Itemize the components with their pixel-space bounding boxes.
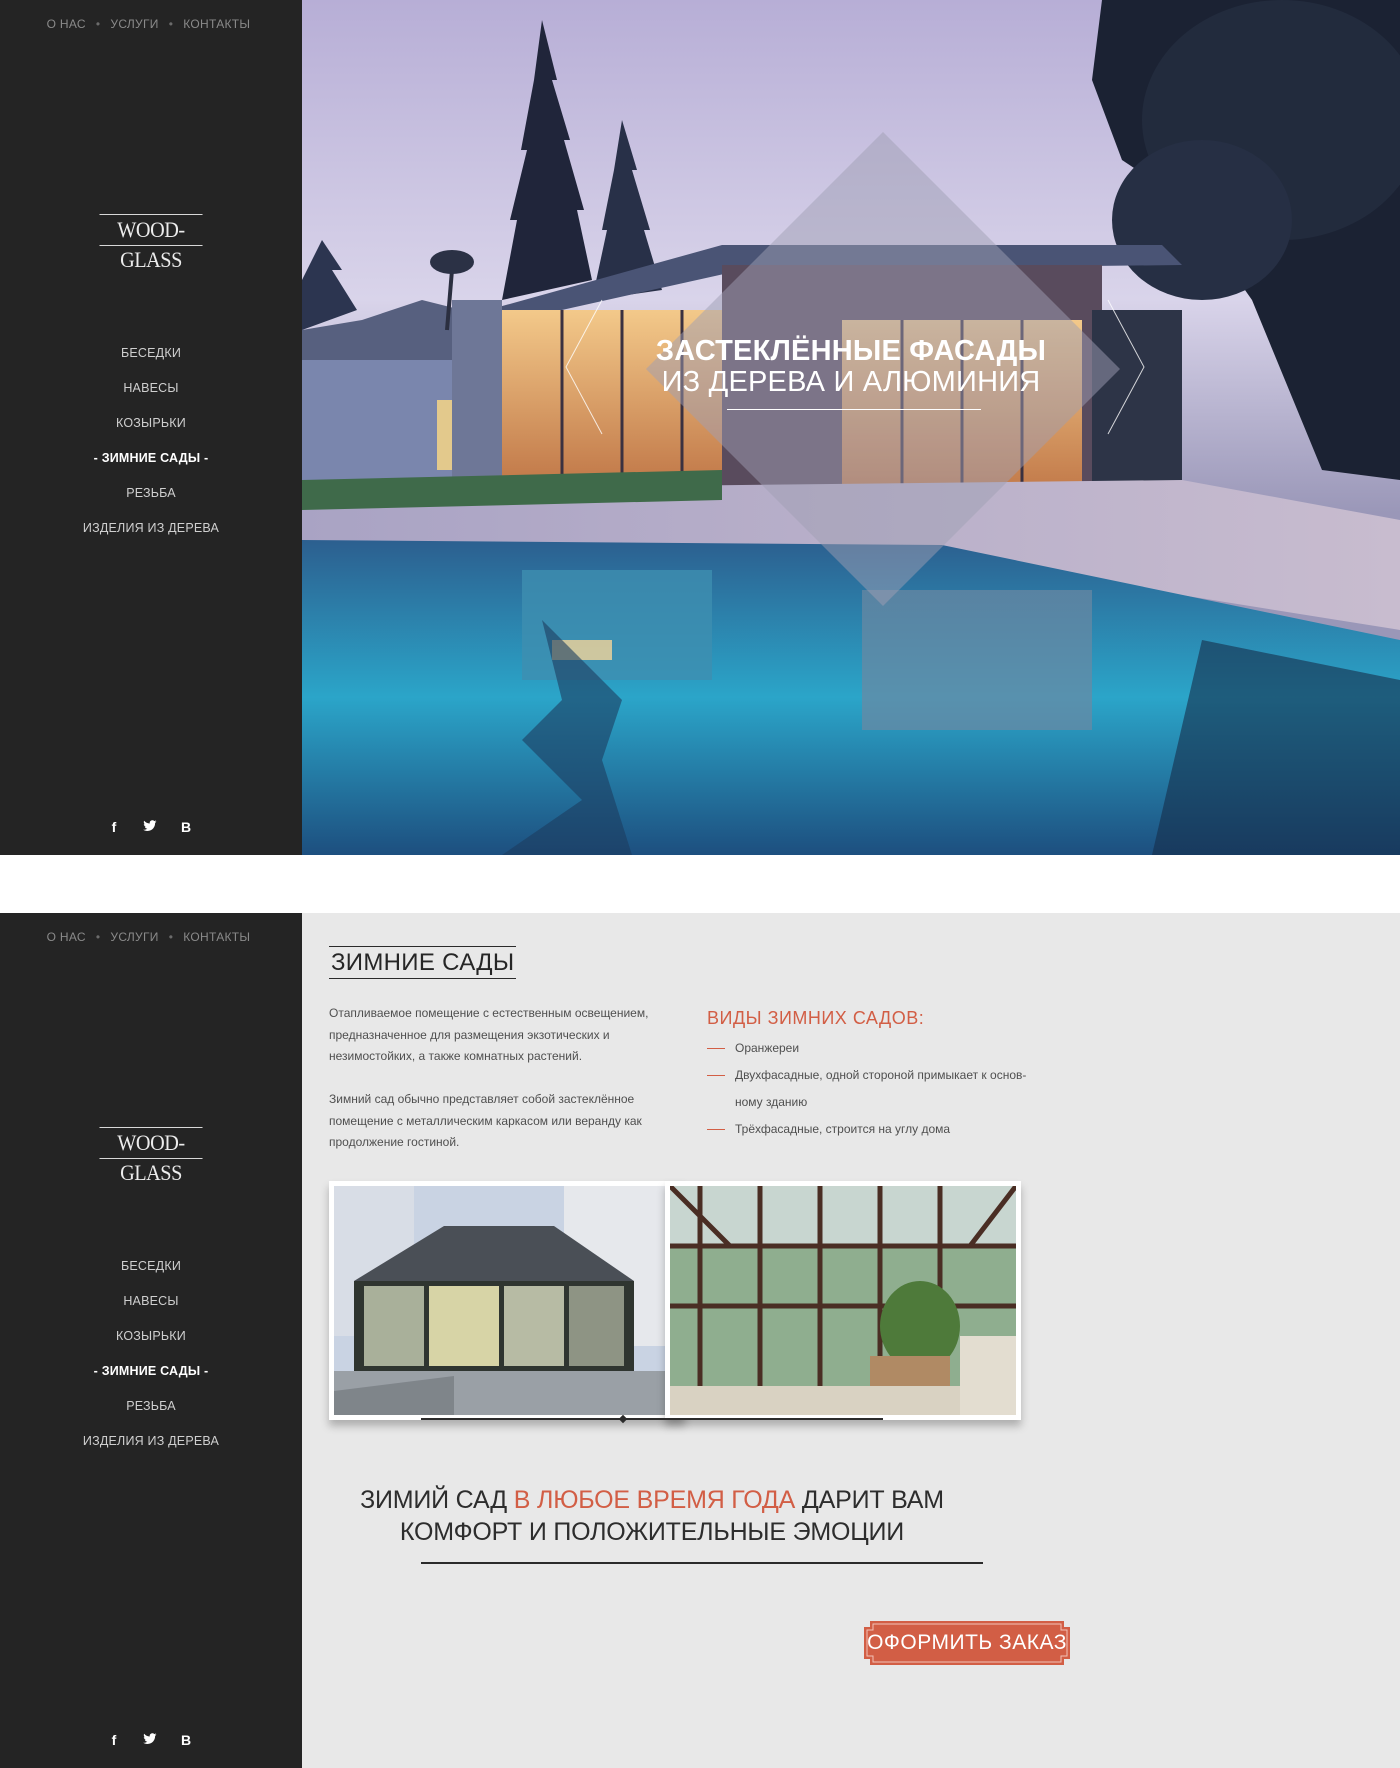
quote-line-2: КОМФОРТ И ПОЛОЖИТЕЛЬНЫЕ ЭМОЦИИ — [399, 1518, 905, 1546]
top-nav: О НАС • УСЛУГИ • КОНТАКТЫ — [0, 930, 302, 944]
nav-contacts-link[interactable]: КОНТАКТЫ — [183, 17, 250, 31]
menu-item-wood-products[interactable]: ИЗДЕЛИЯ ИЗ ДЕРЕВА — [0, 516, 302, 551]
winter-gardens-screen: О НАС • УСЛУГИ • КОНТАКТЫ WOOD-GLASS БЕС… — [0, 913, 1400, 1768]
menu-item-besedki[interactable]: БЕСЕДКИ — [0, 1254, 302, 1289]
hero-title-line2: ИЗ ДЕРЕВА И АЛЮМИНИЯ — [661, 366, 1041, 398]
nav-separator: • — [95, 17, 101, 31]
menu-item-navesy[interactable]: НАВЕСЫ — [0, 376, 302, 411]
menu-item-navesy[interactable]: НАВЕСЫ — [0, 1289, 302, 1324]
sidebar-menu: БЕСЕДКИ НАВЕСЫ КОЗЫРЬКИ - ЗИМНИЕ САДЫ - … — [0, 341, 302, 551]
types-list: Оранжереи Двухфасадные, одной стороной п… — [707, 1035, 1047, 1143]
quote-accent: В ЛЮБОЕ ВРЕМЯ ГОДА — [513, 1486, 796, 1514]
description-paragraph: Зимний сад обычно представляет собой зас… — [329, 1092, 642, 1149]
hero-banner: ЗАСТЕКЛЁННЫЕ ФАСАДЫ ИЗ ДЕРЕВА И АЛЮМИНИЯ — [302, 0, 1400, 855]
menu-item-kozyrki[interactable]: КОЗЫРЬКИ — [0, 1324, 302, 1359]
hero-title-line1: ЗАСТЕКЛЁННЫЕ ФАСАДЫ — [655, 335, 1047, 367]
sidebar-menu: БЕСЕДКИ НАВЕСЫ КОЗЫРЬКИ - ЗИМНИЕ САДЫ - … — [0, 1254, 302, 1464]
quote-line-1: ЗИМИЙ САД В ЛЮБОЕ ВРЕМЯ ГОДА ДАРИТ ВАМ — [302, 1484, 1002, 1516]
photo-winter-garden-interior[interactable] — [665, 1181, 1021, 1420]
list-item: Оранжереи — [707, 1035, 1047, 1062]
hero-photo — [302, 0, 1400, 855]
nav-separator: • — [168, 930, 174, 944]
content-area: ЗИМНИЕ САДЫ Отапливаемое помещение с ест… — [302, 913, 1400, 1768]
hero-title: ЗАСТЕКЛЁННЫЕ ФАСАДЫ ИЗ ДЕРЕВА И АЛЮМИНИЯ — [302, 336, 1400, 398]
logo[interactable]: WOOD-GLASS — [99, 214, 203, 272]
page-title: ЗИМНИЕ САДЫ — [329, 946, 517, 979]
nav-about-link[interactable]: О НАС — [47, 17, 86, 31]
quote-top-line-right — [647, 1418, 883, 1420]
nav-about-link[interactable]: О НАС — [47, 930, 86, 944]
twitter-icon[interactable] — [143, 1731, 157, 1749]
photo-conservatory[interactable] — [329, 1181, 685, 1420]
logo[interactable]: WOOD-GLASS — [99, 1127, 203, 1185]
vk-icon[interactable]: B — [179, 1731, 193, 1749]
sidebar: О НАС • УСЛУГИ • КОНТАКТЫ WOOD-GLASS БЕС… — [0, 913, 302, 1768]
menu-item-kozyrki[interactable]: КОЗЫРЬКИ — [0, 411, 302, 446]
order-button[interactable]: ОФОРМИТЬ ЗАКАЗ — [864, 1621, 1070, 1665]
quote: ЗИМИЙ САД В ЛЮБОЕ ВРЕМЯ ГОДА ДАРИТ ВАМ К… — [302, 1484, 1002, 1548]
nav-contacts-link[interactable]: КОНТАКТЫ — [183, 930, 250, 944]
sidebar: О НАС • УСЛУГИ • КОНТАКТЫ WOOD-GLASS БЕС… — [0, 0, 302, 855]
twitter-icon[interactable] — [143, 818, 157, 836]
nav-services-link[interactable]: УСЛУГИ — [110, 930, 158, 944]
quote-bottom-line — [421, 1562, 983, 1564]
order-button-label: ОФОРМИТЬ ЗАКАЗ — [867, 1631, 1067, 1654]
quote-text: ЗИМИЙ САД — [360, 1486, 514, 1514]
intro-paragraph: Отапливаемое помещение с естественным ос… — [329, 1006, 649, 1063]
facebook-icon[interactable]: f — [107, 1731, 121, 1749]
nav-separator: • — [95, 930, 101, 944]
top-nav: О НАС • УСЛУГИ • КОНТАКТЫ — [0, 17, 302, 31]
list-item: Трёхфасадные, строится на углу дома — [707, 1116, 1047, 1143]
hero-title-underline — [727, 409, 981, 410]
hero-screen: О НАС • УСЛУГИ • КОНТАКТЫ WOOD-GLASS БЕС… — [0, 0, 1400, 855]
menu-item-wood-products[interactable]: ИЗДЕЛИЯ ИЗ ДЕРЕВА — [0, 1429, 302, 1464]
menu-item-winter-gardens[interactable]: - ЗИМНИЕ САДЫ - — [0, 1359, 302, 1394]
social-links: f B — [0, 1731, 302, 1749]
menu-item-besedki[interactable]: БЕСЕДКИ — [0, 341, 302, 376]
nav-separator: • — [168, 17, 174, 31]
types-title: ВИДЫ ЗИМНИХ САДОВ: — [707, 1008, 925, 1028]
quote-text: ДАРИТ ВАМ — [795, 1486, 944, 1514]
nav-services-link[interactable]: УСЛУГИ — [110, 17, 158, 31]
menu-item-winter-gardens[interactable]: - ЗИМНИЕ САДЫ - — [0, 446, 302, 481]
vk-icon[interactable]: B — [179, 818, 193, 836]
menu-item-carving[interactable]: РЕЗЬБА — [0, 481, 302, 516]
menu-item-carving[interactable]: РЕЗЬБА — [0, 1394, 302, 1429]
facebook-icon[interactable]: f — [107, 818, 121, 836]
list-item: Двухфасадные, одной стороной примыкает к… — [707, 1062, 1047, 1116]
social-links: f B — [0, 818, 302, 836]
